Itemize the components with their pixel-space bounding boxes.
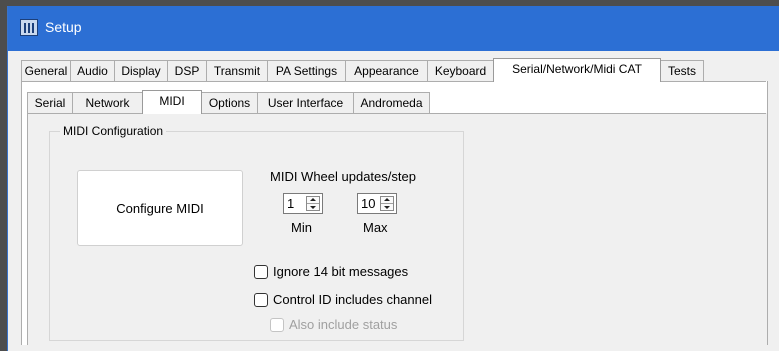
window-title: Setup (45, 19, 82, 35)
chevron-up-icon (310, 198, 316, 201)
tab-tests[interactable]: Tests (660, 60, 704, 81)
tab-display[interactable]: Display (114, 60, 168, 81)
tab-serial[interactable]: Serial (27, 92, 73, 113)
also-status-checkbox (270, 318, 284, 332)
min-label: Min (291, 220, 312, 235)
max-decrement-button[interactable] (381, 204, 393, 210)
control-id-checkbox[interactable] (254, 293, 268, 307)
setup-app-icon (20, 19, 38, 36)
tab-serial-network-midi-cat[interactable]: Serial/Network/Midi CAT (493, 58, 661, 82)
max-stepper[interactable]: 10 (357, 193, 397, 214)
min-value[interactable]: 1 (287, 196, 294, 211)
title-bar[interactable]: Setup (8, 6, 779, 51)
midi-configuration-title: MIDI Configuration (60, 124, 167, 138)
tab-dsp[interactable]: DSP (167, 60, 207, 81)
min-increment-button[interactable] (307, 197, 319, 204)
tab-network[interactable]: Network (72, 92, 143, 113)
tab-andromeda[interactable]: Andromeda (353, 92, 430, 113)
tab-general[interactable]: General (21, 60, 71, 81)
chevron-down-icon (384, 206, 390, 209)
tab-transmit[interactable]: Transmit (206, 60, 268, 81)
tab-midi[interactable]: MIDI (142, 90, 202, 114)
max-value[interactable]: 10 (361, 196, 375, 211)
tab-keyboard[interactable]: Keyboard (427, 60, 494, 81)
tab-appearance[interactable]: Appearance (345, 60, 428, 81)
ignore-14bit-checkbox[interactable] (254, 265, 268, 279)
also-status-label: Also include status (289, 317, 398, 332)
tab-pa-settings[interactable]: PA Settings (267, 60, 346, 81)
configure-midi-label: Configure MIDI (116, 200, 204, 216)
min-stepper[interactable]: 1 (283, 193, 323, 214)
tab-audio[interactable]: Audio (70, 60, 115, 81)
midi-wheel-label: MIDI Wheel updates/step (270, 169, 416, 184)
ignore-14bit-label[interactable]: Ignore 14 bit messages (273, 264, 408, 279)
control-id-label[interactable]: Control ID includes channel (273, 292, 432, 307)
max-label: Max (363, 220, 388, 235)
max-increment-button[interactable] (381, 197, 393, 204)
configure-midi-button[interactable]: Configure MIDI (77, 170, 243, 246)
min-decrement-button[interactable] (307, 204, 319, 210)
tab-options[interactable]: Options (201, 92, 258, 113)
tab-user-interface[interactable]: User Interface (257, 92, 354, 113)
chevron-down-icon (310, 206, 316, 209)
chevron-up-icon (384, 198, 390, 201)
